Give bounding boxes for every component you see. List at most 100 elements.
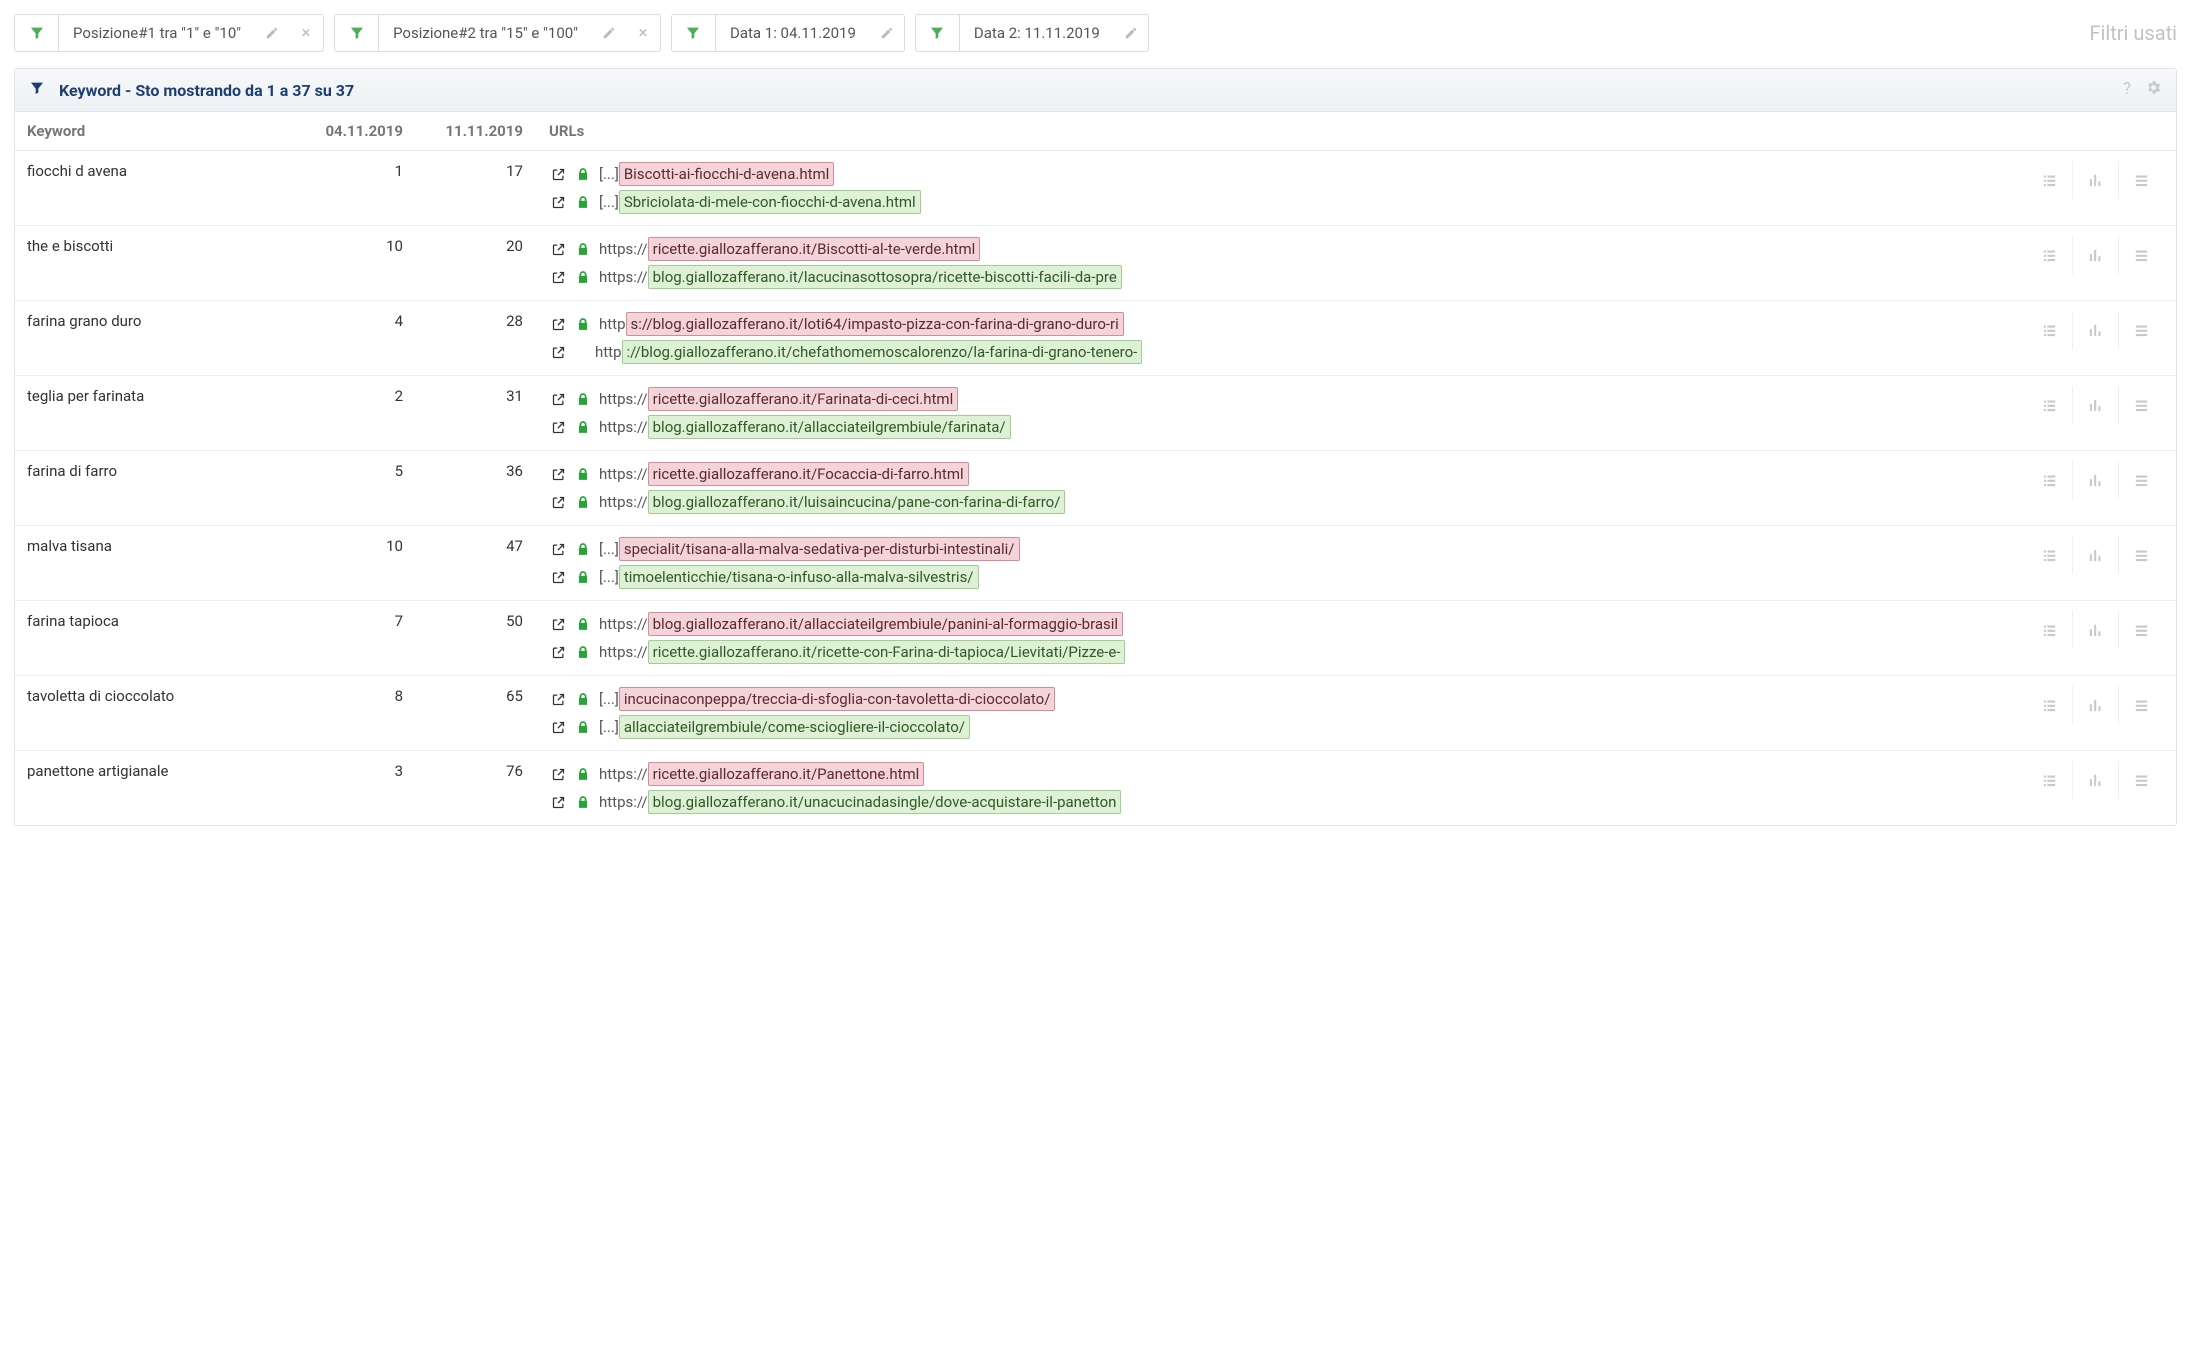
external-link-icon[interactable]: [549, 643, 567, 661]
action-chart-button[interactable]: [2072, 461, 2118, 499]
funnel-icon: [672, 15, 716, 51]
action-details-button[interactable]: [2026, 686, 2072, 724]
action-list-button[interactable]: [2118, 311, 2164, 349]
action-details-button[interactable]: [2026, 536, 2072, 574]
keyword-cell[interactable]: farina tapioca: [15, 601, 295, 675]
action-chart-button[interactable]: [2072, 236, 2118, 274]
action-details-button[interactable]: [2026, 761, 2072, 799]
external-link-icon[interactable]: [549, 568, 567, 586]
url-highlight[interactable]: blog.giallozafferano.it/allacciateilgrem…: [648, 415, 1011, 439]
action-details-button[interactable]: [2026, 161, 2072, 199]
help-icon[interactable]: ?: [2123, 79, 2131, 101]
edit-filter-button[interactable]: [1114, 15, 1148, 51]
funnel-icon[interactable]: [29, 80, 45, 100]
action-list-button[interactable]: [2118, 536, 2164, 574]
external-link-icon[interactable]: [549, 690, 567, 708]
action-chart-button[interactable]: [2072, 311, 2118, 349]
edit-filter-button[interactable]: [255, 15, 289, 51]
keyword-cell[interactable]: malva tisana: [15, 526, 295, 600]
action-chart-button[interactable]: [2072, 386, 2118, 424]
action-list-button[interactable]: [2118, 236, 2164, 274]
external-link-icon[interactable]: [549, 765, 567, 783]
url-highlight[interactable]: blog.giallozafferano.it/allacciateilgrem…: [648, 612, 1123, 636]
keyword-cell[interactable]: panettone artigianale: [15, 751, 295, 825]
external-link-icon[interactable]: [549, 165, 567, 183]
url-highlight[interactable]: s://blog.giallozafferano.it/loti64/impas…: [626, 312, 1124, 336]
external-link-icon[interactable]: [549, 465, 567, 483]
position-2-cell: 36: [415, 451, 535, 525]
url-highlight[interactable]: ricette.giallozafferano.it/Focaccia-di-f…: [648, 462, 969, 486]
url-highlight[interactable]: ricette.giallozafferano.it/Panettone.htm…: [648, 762, 925, 786]
keyword-cell[interactable]: farina di farro: [15, 451, 295, 525]
action-details-button[interactable]: [2026, 386, 2072, 424]
col-keyword-header[interactable]: Keyword: [15, 112, 295, 150]
position-2-cell: 65: [415, 676, 535, 750]
action-chart-button[interactable]: [2072, 161, 2118, 199]
url-highlight[interactable]: ://blog.giallozafferano.it/chefathomemos…: [622, 340, 1143, 364]
url-highlight[interactable]: blog.giallozafferano.it/unacucinadasingl…: [648, 790, 1122, 814]
position-2-cell: 50: [415, 601, 535, 675]
action-list-button[interactable]: [2118, 761, 2164, 799]
url-highlight[interactable]: specialit/tisana-alla-malva-sedativa-per…: [619, 537, 1020, 561]
action-list-button[interactable]: [2118, 611, 2164, 649]
edit-filter-button[interactable]: [592, 15, 626, 51]
position-1-cell: 7: [295, 601, 415, 675]
url-highlight[interactable]: ricette.giallozafferano.it/ricette-con-F…: [648, 640, 1126, 664]
action-chart-button[interactable]: [2072, 761, 2118, 799]
url-highlight[interactable]: allacciateilgrembiule/come-sciogliere-il…: [619, 715, 970, 739]
url-line: https://blog.giallozafferano.it/luisainc…: [549, 489, 2002, 515]
edit-filter-button[interactable]: [870, 15, 904, 51]
keyword-cell[interactable]: the e biscotti: [15, 226, 295, 300]
action-list-button[interactable]: [2118, 686, 2164, 724]
external-link-icon[interactable]: [549, 193, 567, 211]
external-link-icon[interactable]: [549, 540, 567, 558]
col-date2-header[interactable]: 11.11.2019: [415, 112, 535, 150]
position-2-cell: 47: [415, 526, 535, 600]
filter-chip: Data 2: 11.11.2019: [915, 14, 1149, 52]
funnel-icon: [15, 15, 59, 51]
external-link-icon[interactable]: [549, 343, 567, 361]
keyword-cell[interactable]: farina grano duro: [15, 301, 295, 375]
action-details-button[interactable]: [2026, 311, 2072, 349]
action-chart-button[interactable]: [2072, 536, 2118, 574]
external-link-icon[interactable]: [549, 390, 567, 408]
url-ellipsis: [...]: [599, 536, 619, 562]
url-highlight[interactable]: blog.giallozafferano.it/lacucinasottosop…: [648, 265, 1122, 289]
remove-filter-button[interactable]: ×: [626, 15, 660, 51]
lock-icon: [574, 240, 592, 258]
col-date1-header[interactable]: 04.11.2019: [295, 112, 415, 150]
gear-icon[interactable]: [2145, 79, 2162, 101]
external-link-icon[interactable]: [549, 793, 567, 811]
external-link-icon[interactable]: [549, 268, 567, 286]
external-link-icon[interactable]: [549, 418, 567, 436]
action-list-button[interactable]: [2118, 461, 2164, 499]
url-highlight[interactable]: blog.giallozafferano.it/luisaincucina/pa…: [648, 490, 1066, 514]
keyword-cell[interactable]: teglia per farinata: [15, 376, 295, 450]
url-highlight[interactable]: Sbriciolata-di-mele-con-fiocchi-d-avena.…: [619, 190, 921, 214]
col-urls-header[interactable]: URLs: [535, 112, 2026, 150]
action-chart-button[interactable]: [2072, 611, 2118, 649]
external-link-icon[interactable]: [549, 315, 567, 333]
url-highlight[interactable]: ricette.giallozafferano.it/Biscotti-al-t…: [648, 237, 981, 261]
action-details-button[interactable]: [2026, 236, 2072, 274]
url-highlight[interactable]: incucinaconpeppa/treccia-di-sfoglia-con-…: [619, 687, 1056, 711]
remove-filter-button[interactable]: ×: [289, 15, 323, 51]
external-link-icon[interactable]: [549, 615, 567, 633]
action-details-button[interactable]: [2026, 461, 2072, 499]
keyword-cell[interactable]: tavoletta di cioccolato: [15, 676, 295, 750]
url-prefix: http: [599, 311, 626, 337]
action-chart-button[interactable]: [2072, 686, 2118, 724]
col-actions-header: [2026, 112, 2176, 150]
url-highlight[interactable]: timoelenticchie/tisana-o-infuso-alla-mal…: [619, 565, 979, 589]
keyword-cell[interactable]: fiocchi d avena: [15, 151, 295, 225]
url-highlight[interactable]: ricette.giallozafferano.it/Farinata-di-c…: [648, 387, 959, 411]
action-details-button[interactable]: [2026, 611, 2072, 649]
action-list-button[interactable]: [2118, 161, 2164, 199]
action-list-button[interactable]: [2118, 386, 2164, 424]
url-highlight[interactable]: Biscotti-ai-fiocchi-d-avena.html: [619, 162, 834, 186]
external-link-icon[interactable]: [549, 718, 567, 736]
url-ellipsis: [...]: [599, 161, 619, 187]
external-link-icon[interactable]: [549, 493, 567, 511]
lock-icon: [574, 793, 592, 811]
external-link-icon[interactable]: [549, 240, 567, 258]
